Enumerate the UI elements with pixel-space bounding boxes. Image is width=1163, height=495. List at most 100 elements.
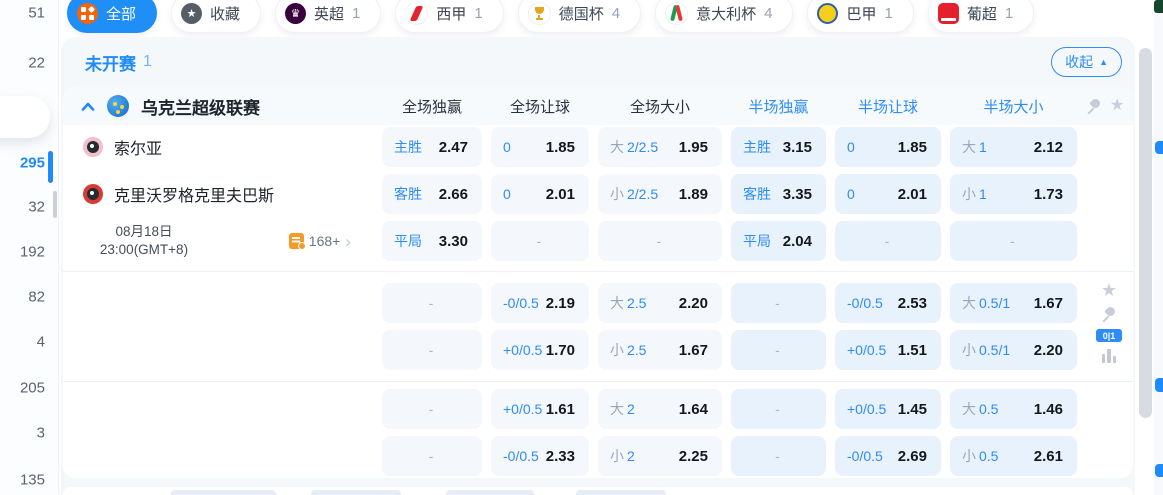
odds-cell[interactable]: +0/0.5 1.70	[491, 330, 589, 370]
odds-cell[interactable]: +0/0.5 1.51	[835, 330, 941, 370]
odds-cell-empty: -	[382, 436, 482, 476]
odds-cell[interactable]: 小 2 2.25	[598, 436, 722, 476]
tab-brazil-serie-a[interactable]: 巴甲 1	[807, 0, 914, 33]
match-datetime: 08月18日 23:00(GMT+8)	[69, 223, 219, 259]
odds-cell[interactable]: -0/0.5 2.53	[835, 283, 941, 323]
tab-count: 4	[764, 4, 773, 22]
odds-label: 客胜	[743, 186, 771, 202]
tab-count: 1	[474, 4, 483, 22]
odds-cell[interactable]: 0 2.01	[835, 174, 941, 214]
sidebar-league-count[interactable]: 3	[37, 425, 45, 442]
odds-cell[interactable]: -0/0.5 2.33	[491, 436, 589, 476]
odds-group: - -0/0.5 2.19 大 2.5 2.20 - -0/0.5 2.53 大 0.5/1 1.67…	[63, 272, 1133, 381]
odds-label-prefix: 小	[962, 448, 976, 464]
odds-cell[interactable]: 大 2 1.64	[598, 389, 722, 429]
dash: -	[428, 401, 434, 417]
odds-cell[interactable]: +0/0.5 1.45	[835, 389, 941, 429]
tab-german-cup[interactable]: 德国杯 4	[517, 0, 642, 33]
sidebar-league-count[interactable]: 205	[20, 380, 45, 397]
odds-value: 2.25	[678, 447, 708, 465]
odds-label-prefix: 小	[962, 342, 976, 358]
tab-label: 西甲	[436, 5, 467, 23]
collapse-league-icon[interactable]	[81, 102, 95, 111]
dash: -	[775, 295, 780, 311]
odds-cell[interactable]: 大 0.5/1 1.67	[950, 283, 1077, 323]
match-action-stack: ★ 0|1	[1094, 281, 1124, 363]
tab-label: 德国杯	[558, 5, 604, 23]
odds-value: 3.35	[782, 185, 812, 203]
odds-cell[interactable]: 小 2/2.5 1.89	[598, 174, 722, 214]
star-icon[interactable]: ★	[1110, 98, 1124, 114]
odds-value: 1.85	[545, 138, 575, 156]
sidebar-league-count[interactable]: 135	[20, 472, 45, 489]
sidebar-league-count[interactable]: 22	[28, 55, 45, 72]
collapse-label: 收起	[1065, 54, 1094, 70]
odds-value: 1.73	[1033, 185, 1063, 203]
odds-cell[interactable]: 大 2/2.5 1.95	[598, 127, 722, 167]
odds-value: 1.95	[678, 138, 708, 156]
odds-label: 0	[503, 139, 511, 155]
odds-cell[interactable]: 客胜 2.66	[382, 174, 482, 214]
odds-label-prefix: 小	[610, 186, 624, 202]
tab-portugal-league[interactable]: 葡超 1	[927, 0, 1035, 33]
sidebar-league-count[interactable]: 51	[28, 5, 45, 22]
main-panel: 全部 ★ 收藏 ♛ 英超 1 西甲 1 德国杯 4 意大利杯 4 巴甲 1 葡超 1 未开赛 1 收起 ▲	[59, 0, 1163, 495]
odds-cell[interactable]: 大 2.5 2.20	[598, 283, 722, 323]
sidebar-league-count[interactable]: 4	[37, 334, 45, 351]
odds-cell[interactable]: +0/0.5 1.61	[491, 389, 589, 429]
odds-value: 2.19	[545, 294, 575, 312]
sidebar-league-count[interactable]: 32	[28, 199, 45, 216]
odds-cell[interactable]: 0 1.85	[491, 127, 589, 167]
odds-value: 2.66	[438, 185, 468, 203]
odds-label: 平局	[743, 233, 771, 249]
odds-cell[interactable]: 小 0.5/1 2.20	[950, 330, 1077, 370]
odds-cell-empty: -	[491, 221, 589, 261]
sidebar-active-indicator	[48, 151, 53, 183]
odds-value: 2.12	[1033, 138, 1063, 156]
tab-premier-league[interactable]: ♛ 英超 1	[275, 0, 382, 33]
more-markets-link[interactable]: 168+ ›	[288, 233, 351, 250]
cutoff-fragment	[1155, 141, 1163, 154]
stats-chart-icon[interactable]	[1101, 349, 1117, 363]
sidebar-selected-bubble[interactable]	[0, 96, 50, 138]
sidebar-scrollbar-thumb[interactable]	[53, 191, 57, 218]
tab-italy-cup[interactable]: 意大利杯 4	[655, 0, 794, 33]
tab-all-grid[interactable]: 全部	[67, 0, 158, 33]
sidebar-league-count[interactable]: 82	[28, 289, 45, 306]
odds-cell[interactable]: -0/0.5 2.19	[491, 283, 589, 323]
team-home: 索尔亚	[69, 135, 373, 159]
odds-cell[interactable]: 大 1 2.12	[950, 127, 1077, 167]
odds-cell[interactable]: 小 0.5 2.61	[950, 436, 1077, 476]
odds-label: 主胜	[394, 139, 422, 155]
odds-label: -0/0.5	[503, 295, 539, 311]
odds-cell[interactable]: 客胜 3.35	[731, 174, 826, 214]
sidebar-league-count[interactable]: 295	[20, 155, 45, 172]
odds-cell[interactable]: 平局 2.04	[731, 221, 826, 261]
odds-cell[interactable]: 0 2.01	[491, 174, 589, 214]
odds-cell[interactable]: -0/0.5 2.69	[835, 436, 941, 476]
odds-cell[interactable]: 小 1 1.73	[950, 174, 1077, 214]
odds-cell[interactable]: 大 0.5 1.46	[950, 389, 1077, 429]
odds-cell[interactable]: 0 1.85	[835, 127, 941, 167]
odds-cell[interactable]: 小 2.5 1.67	[598, 330, 722, 370]
league-header-rail: ★	[1086, 98, 1132, 114]
cutoff-fragment	[1155, 378, 1163, 392]
corner-score-badge[interactable]: 0|1	[1096, 329, 1122, 342]
odds-value: 1.45	[897, 400, 927, 418]
odds-label: 小 2/2.5	[610, 186, 659, 202]
pin-match-icon[interactable]	[1101, 306, 1117, 322]
tab-label: 英超	[314, 5, 345, 23]
tab-laliga[interactable]: 西甲 1	[395, 0, 504, 33]
odds-cell[interactable]: 主胜 2.47	[382, 127, 482, 167]
odds-label: 0	[847, 186, 855, 202]
page-scrollbar-thumb[interactable]	[1139, 48, 1152, 418]
sidebar-league-count[interactable]: 192	[20, 244, 45, 261]
collapse-button[interactable]: 收起 ▲	[1051, 47, 1122, 77]
odds-value: 1.51	[897, 341, 927, 359]
odds-label: +0/0.5	[847, 401, 887, 417]
odds-cell[interactable]: 平局 3.30	[382, 221, 482, 261]
pin-icon[interactable]	[1086, 98, 1102, 114]
favorite-star-icon[interactable]: ★	[1101, 281, 1117, 299]
odds-cell[interactable]: 主胜 3.15	[731, 127, 826, 167]
tab-favorites-star[interactable]: ★ 收藏	[171, 0, 262, 33]
